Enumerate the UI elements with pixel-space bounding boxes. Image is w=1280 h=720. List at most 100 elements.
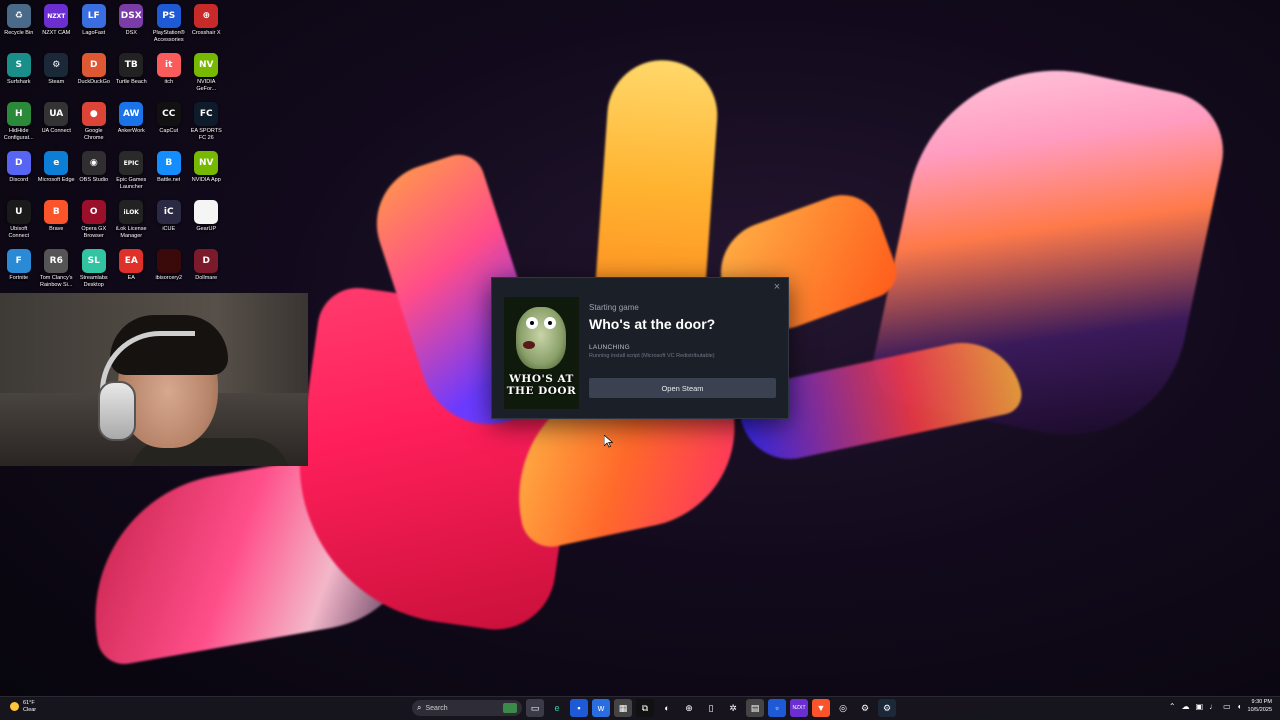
desktop-icon-discord[interactable]: D Discord <box>0 147 38 196</box>
chrome-icon: ● <box>81 102 106 126</box>
mic-icon[interactable]: ♩ <box>1209 702 1217 711</box>
desktop-icon-gearup[interactable]: GearUP <box>188 196 226 245</box>
dollmare-icon: D <box>194 249 219 273</box>
game-title: Who's at the door? <box>589 316 716 332</box>
monitor-icon[interactable]: ▭ <box>1223 702 1231 711</box>
desktop-icon-recycle-bin[interactable]: ♻ Recycle Bin <box>0 0 38 49</box>
file-taskbar-icon[interactable]: ▯ <box>702 699 720 717</box>
weather-widget[interactable]: 61°F Clear <box>10 700 36 713</box>
close-button[interactable]: × <box>770 280 784 294</box>
desktop-icon-rainbow-six[interactable]: R6 Tom Clancy's Rainbow Si... <box>38 245 76 294</box>
desktop-icon-nvidia-app[interactable]: NV NVIDIA App <box>188 147 226 196</box>
desktop-icon-playstation[interactable]: PS PlayStation® Accessories <box>150 0 188 49</box>
clock[interactable]: 9:30 PM 10/5/2025 <box>1248 699 1272 714</box>
desktop-icon-battlenet[interactable]: B Battle.net <box>150 147 188 196</box>
desktop-icon-lagofast[interactable]: LF LagoFast <box>75 0 113 49</box>
launch-status-detail: Running install script (Microsoft VC Red… <box>589 353 715 359</box>
desktop-icon-edge[interactable]: e Microsoft Edge <box>38 147 76 196</box>
desktop-icon-label: NZXT CAM <box>42 30 71 36</box>
network-icon[interactable]: ▣ <box>1196 702 1204 711</box>
desktop-icon-hidhide[interactable]: H HidHide Configurat... <box>0 98 38 147</box>
desktop-icon-nvidia-geforce[interactable]: NV NVIDIA GeFor... <box>188 49 226 98</box>
desktop-icon-fortnite[interactable]: F Fortnite <box>0 245 38 294</box>
steam-taskbar-icon[interactable]: ⚙ <box>878 699 896 717</box>
capcut-taskbar-icon[interactable]: ⧉ <box>636 699 654 717</box>
app-taskbar-icon[interactable]: ▫ <box>768 699 786 717</box>
desktop-icon-streamlabs[interactable]: SL Streamlabs Desktop <box>75 245 113 294</box>
desktop-icon-label: Ubisoft Connect <box>8 226 30 239</box>
cloud-icon[interactable]: ☁ <box>1182 702 1190 711</box>
desktop-icon-ilok[interactable]: iLOK iLok License Manager <box>113 196 151 245</box>
chevron-up-icon[interactable]: ⌃ <box>1169 702 1176 711</box>
desktop-icon-label: Steam <box>48 79 65 85</box>
search-input[interactable]: ⌕ Search <box>412 700 522 716</box>
speaker-icon[interactable]: ◖ <box>1237 702 1242 711</box>
desktop-icon-crosshair-x[interactable]: ⊕ Crosshair X <box>188 0 226 49</box>
desktop-icon-label: Fortnite <box>9 275 29 281</box>
crosshair-x-icon: ⊕ <box>194 4 219 28</box>
nzxt-taskbar-icon[interactable]: NZXT <box>790 699 808 717</box>
desktop-icon-dollmare[interactable]: D Dollmare <box>188 245 226 294</box>
desktop-icon-itch[interactable]: it itch <box>150 49 188 98</box>
epic-games-icon: EPIC <box>119 151 144 175</box>
desktop-icon-turtle-beach[interactable]: TB Turtle Beach <box>113 49 151 98</box>
desktop-icon-ubisoft[interactable]: U Ubisoft Connect <box>0 196 38 245</box>
desktop-icon-ea[interactable]: EA EA <box>113 245 151 294</box>
ua-connect-icon: UA <box>44 102 69 126</box>
desktop-icon-label: Recycle Bin <box>4 30 34 36</box>
desktop-icon-dsx[interactable]: DSX DSX <box>113 0 151 49</box>
desktop: ♻ Recycle Bin NZXT NZXT CAM LF LagoFast DSX DSX… <box>0 0 1280 720</box>
playstation-icon: PS <box>156 4 181 28</box>
desktop-icon-label: AnkerWork <box>117 128 145 134</box>
dialog-subtitle: Starting game <box>589 303 639 312</box>
edge-taskbar-icon[interactable]: e <box>548 699 566 717</box>
desktop-icon-label: EA SPORTS FC 26 <box>190 128 222 141</box>
brave-taskbar-icon[interactable]: ▼ <box>812 699 830 717</box>
gear-taskbar-icon[interactable]: ⚙ <box>856 699 874 717</box>
nvidia-app-icon: NV <box>194 151 219 175</box>
desktop-icon-capcut[interactable]: CC CapCut <box>150 98 188 147</box>
desktop-icon-label: NVIDIA App <box>191 177 221 183</box>
weather-condition: Clear <box>23 706 37 713</box>
desktop-icon-ankerwork[interactable]: AW AnkerWork <box>113 98 151 147</box>
calendar-taskbar-icon[interactable]: ▦ <box>614 699 632 717</box>
explorer-taskbar-icon[interactable]: ▤ <box>746 699 764 717</box>
ibisorcery-icon <box>156 249 181 273</box>
desktop-icon-icue[interactable]: iC iCUE <box>150 196 188 245</box>
desktop-icon-duckduckgo[interactable]: D DuckDuckGo <box>75 49 113 98</box>
desktop-icon-opera-gx[interactable]: O Opera GX Browser <box>75 196 113 245</box>
crosshair-taskbar-icon[interactable]: ⊕ <box>680 699 698 717</box>
chrome-taskbar-icon[interactable]: ◎ <box>834 699 852 717</box>
desktop-icon-nzxt-cam[interactable]: NZXT NZXT CAM <box>38 0 76 49</box>
obs-taskbar-icon[interactable]: ◐ <box>658 699 676 717</box>
desktop-icon-label: UA Connect <box>41 128 71 134</box>
desktop-icon-surfshark[interactable]: S Surfshark <box>0 49 38 98</box>
desktop-icon-chrome[interactable]: ● Google Chrome <box>75 98 113 147</box>
desktop-icon-label: ibisorcery2 <box>155 275 183 281</box>
settings-taskbar-icon[interactable]: ✲ <box>724 699 742 717</box>
desktop-icon-obs[interactable]: ◉ OBS Studio <box>75 147 113 196</box>
desktop-icon-label: Google Chrome <box>83 128 104 141</box>
task-view-icon[interactable]: ▭ <box>526 699 544 717</box>
playstation-taskbar-icon[interactable]: ▪ <box>570 699 588 717</box>
clock-time: 9:30 PM <box>1251 699 1272 705</box>
desktop-icon-steam[interactable]: ⚙ Steam <box>38 49 76 98</box>
system-tray: ⌃ ☁ ▣ ♩ ▭ ◖ 9:30 PM 10/5/2025 <box>1169 699 1272 714</box>
ankerwork-taskbar-icon[interactable]: w <box>592 699 610 717</box>
ubisoft-icon: U <box>6 200 31 224</box>
desktop-icon-label: Brave <box>49 226 64 232</box>
desktop-icon-brave[interactable]: B Brave <box>38 196 76 245</box>
desktop-icon-label: LagoFast <box>82 30 106 36</box>
desktop-icon-ua-connect[interactable]: UA UA Connect <box>38 98 76 147</box>
desktop-icon-label: EA <box>127 275 135 281</box>
start-button[interactable] <box>390 699 408 717</box>
desktop-icon-ea-sports-fc[interactable]: FC EA SPORTS FC 26 <box>188 98 226 147</box>
launch-status: LAUNCHING <box>589 344 630 351</box>
desktop-icon-ibisorcery[interactable]: ibisorcery2 <box>150 245 188 294</box>
recycle-bin-icon: ♻ <box>6 4 31 28</box>
search-icon: ⌕ <box>417 703 422 712</box>
desktop-icon-label: Discord <box>9 177 29 183</box>
open-steam-button[interactable]: Open Steam <box>589 378 776 398</box>
desktop-icon-epic-games[interactable]: EPIC Epic Games Launcher <box>113 147 151 196</box>
desktop-icon-label: OBS Studio <box>79 177 109 183</box>
